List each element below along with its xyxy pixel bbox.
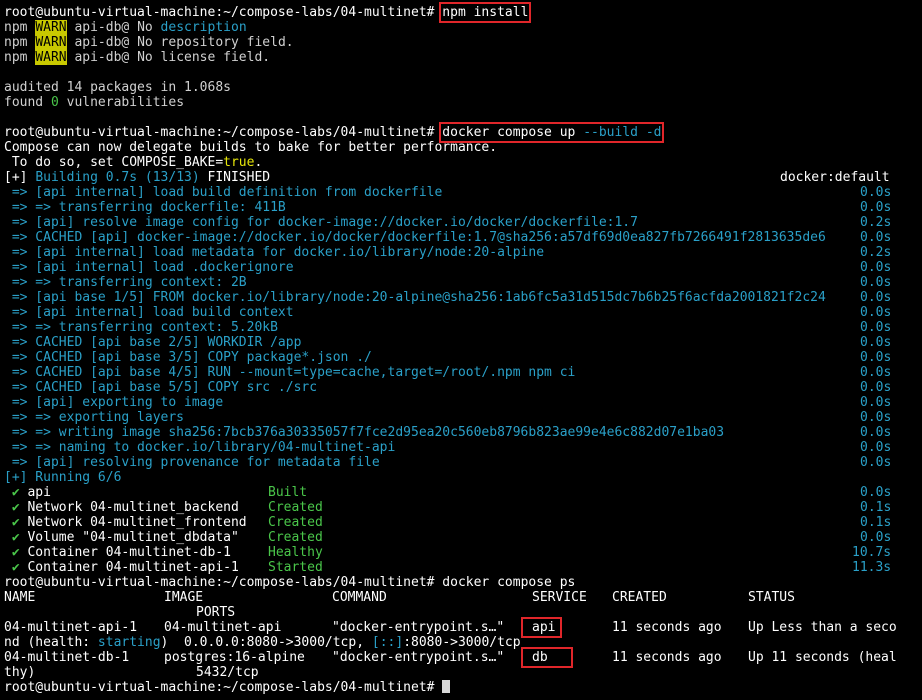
build-step-time: 0.0s	[860, 275, 892, 290]
compose-result-line: ✔ api Built 0.0s	[11, 485, 892, 500]
table-row-wrap: thy) 5432/tcp	[4, 665, 259, 680]
build-step-time: 0.0s	[860, 395, 892, 410]
shell-prompt: root@ubuntu-virtual-machine:~/compose-la…	[4, 125, 443, 140]
build-step-time: 0.0s	[860, 455, 892, 470]
build-step-time: 0.0s	[860, 350, 892, 365]
build-step-line: => => writing image sha256:7bcb376a30335…	[4, 425, 892, 440]
check-icon: ✔	[11, 485, 20, 500]
npm-audit-line: audited 14 packages in 1.068s	[4, 80, 231, 95]
check-icon: ✔	[11, 530, 20, 545]
build-step-line: => CACHED [api base 3/5] COPY package*.j…	[4, 350, 892, 365]
build-step-line: => [api] resolving provenance for metada…	[4, 455, 892, 470]
compose-result-line: ✔ Volume "04-multinet_dbdata" Created 0.0s	[11, 530, 892, 545]
build-step-line: => => transferring context: 2B 0.0s	[4, 275, 892, 290]
build-step-time: 0.2s	[860, 245, 892, 260]
table-row: 04-multinet-api-1 04-multinet-api "docker-…	[4, 617, 897, 638]
build-step-time: 0.0s	[860, 365, 892, 380]
npm-warn-line: npm WARN api-db@ No license field.	[4, 50, 271, 65]
terminal-cursor	[442, 680, 451, 693]
npm-warn-line: npm WARN api-db@ No repository field.	[4, 35, 294, 50]
build-step-line: => CACHED [api] docker-image://docker.io…	[4, 230, 892, 245]
running-header: [+] Running 6/6	[4, 470, 122, 485]
build-step-line: => [api internal] load build context 0.0s	[4, 305, 892, 320]
build-step-time: 0.0s	[860, 185, 892, 200]
result-status: Created	[268, 530, 323, 545]
result-time: 0.0s	[860, 530, 892, 545]
bake-notice-2: To do so, set COMPOSE_BAKE=true.	[4, 155, 263, 170]
check-icon: ✔	[11, 500, 20, 515]
result-status: Healthy	[268, 545, 323, 560]
build-step-line: => [api base 1/5] FROM docker.io/library…	[4, 290, 892, 305]
npm-warn-line: npm WARN api-db@ No description	[4, 20, 247, 35]
warn-badge: WARN	[35, 35, 67, 50]
build-step-line: => CACHED [api base 5/5] COPY src ./src 0…	[4, 380, 892, 395]
build-header: [+] Building 0.7s (13/13) FINISHED docker…	[4, 170, 890, 185]
npm-found-line: found 0 vulnerabilities	[4, 95, 185, 110]
prompt-line-npm: root@ubuntu-virtual-machine:~/compose-la…	[4, 2, 918, 23]
build-step-time: 0.0s	[860, 380, 892, 395]
build-step-line: => CACHED [api base 4/5] RUN --mount=typ…	[4, 365, 892, 380]
shell-prompt: root@ubuntu-virtual-machine:~/compose-la…	[4, 680, 443, 695]
build-step-time: 0.0s	[860, 320, 892, 335]
build-step-line: => [api internal] load build definition …	[4, 185, 892, 200]
service-db: db	[521, 647, 573, 668]
shell-prompt: root@ubuntu-virtual-machine:~/compose-la…	[4, 5, 443, 20]
compose-result-line: ✔ Network 04-multinet_frontend Created 0.1…	[11, 515, 892, 530]
check-icon: ✔	[11, 515, 20, 530]
result-time: 0.1s	[860, 515, 892, 530]
build-step-line: => => transferring dockerfile: 411B 0.0s	[4, 200, 892, 215]
service-api: api	[520, 617, 563, 638]
check-icon: ✔	[11, 545, 20, 560]
table-row-wrap: nd (health: starting) 0.0.0.0:8080->3000…	[4, 635, 521, 650]
build-step-line: => => naming to docker.io/library/04-mul…	[4, 440, 892, 455]
check-icon: ✔	[11, 560, 20, 575]
prompt-line-compose-ps: root@ubuntu-virtual-machine:~/compose-la…	[4, 575, 918, 590]
build-step-line: => [api] exporting to image 0.0s	[4, 395, 892, 410]
build-step-time: 0.0s	[860, 200, 892, 215]
build-step-time: 0.0s	[860, 290, 892, 305]
build-step-time: 0.0s	[860, 410, 892, 425]
table-row: 04-multinet-db-1 postgres:16-alpine "docke…	[4, 647, 897, 668]
build-step-time: 0.0s	[860, 425, 892, 440]
build-step-time: 0.0s	[860, 260, 892, 275]
build-step-line: => => transferring context: 5.20kB 0.0s	[4, 320, 892, 335]
compose-results: ✔ api Built 0.0s ✔ Network 04-multinet_bac…	[4, 485, 918, 575]
command-compose-ps: docker compose ps	[442, 575, 576, 590]
build-step-line: => [api] resolve image config for docker…	[4, 215, 892, 230]
result-time: 0.0s	[860, 485, 892, 500]
build-step-line: => CACHED [api base 2/5] WORKDIR /app 0.0…	[4, 335, 892, 350]
terminal-window[interactable]: root@ubuntu-virtual-machine:~/compose-la…	[0, 0, 922, 700]
result-status: Created	[268, 515, 323, 530]
build-driver: docker:default	[780, 170, 890, 185]
build-step-time: 0.0s	[860, 230, 892, 245]
result-time: 11.3s	[852, 560, 892, 575]
build-steps: => [api internal] load build definition …	[4, 185, 918, 470]
build-step-time: 0.2s	[860, 215, 892, 230]
command-npm-install: npm install	[439, 2, 532, 23]
warn-badge: WARN	[35, 50, 67, 65]
compose-result-line: ✔ Network 04-multinet_backend Created 0.1s	[11, 500, 892, 515]
ps-header-row-ports: PORTS	[196, 605, 236, 620]
result-status: Started	[268, 560, 323, 575]
build-step-line: => [api internal] load metadata for dock…	[4, 245, 892, 260]
result-status: Built	[268, 485, 308, 500]
build-step-line: => => exporting layers 0.0s	[4, 410, 892, 425]
warn-badge: WARN	[35, 20, 67, 35]
compose-result-line: ✔ Container 04-multinet-db-1 Healthy 10.7s	[11, 545, 892, 560]
build-step-time: 0.0s	[860, 335, 892, 350]
prompt-line-compose-up: root@ubuntu-virtual-machine:~/compose-la…	[4, 122, 918, 143]
compose-result-line: ✔ Container 04-multinet-api-1 Started 11.3…	[11, 560, 892, 575]
result-time: 10.7s	[852, 545, 892, 560]
ps-header-row: NAME IMAGE COMMAND SERVICE CREATED STATUS	[4, 590, 795, 605]
command-compose-up: docker compose up --build -d	[439, 122, 665, 143]
result-time: 0.1s	[860, 500, 892, 515]
build-step-time: 0.0s	[860, 305, 892, 320]
bake-notice: Compose can now delegate builds to bake …	[4, 140, 498, 155]
shell-prompt: root@ubuntu-virtual-machine:~/compose-la…	[4, 575, 443, 590]
result-status: Created	[268, 500, 323, 515]
build-step-time: 0.0s	[860, 440, 892, 455]
build-step-line: => [api internal] load .dockerignore 0.0s	[4, 260, 892, 275]
prompt-line-final[interactable]: root@ubuntu-virtual-machine:~/compose-la…	[4, 680, 918, 695]
